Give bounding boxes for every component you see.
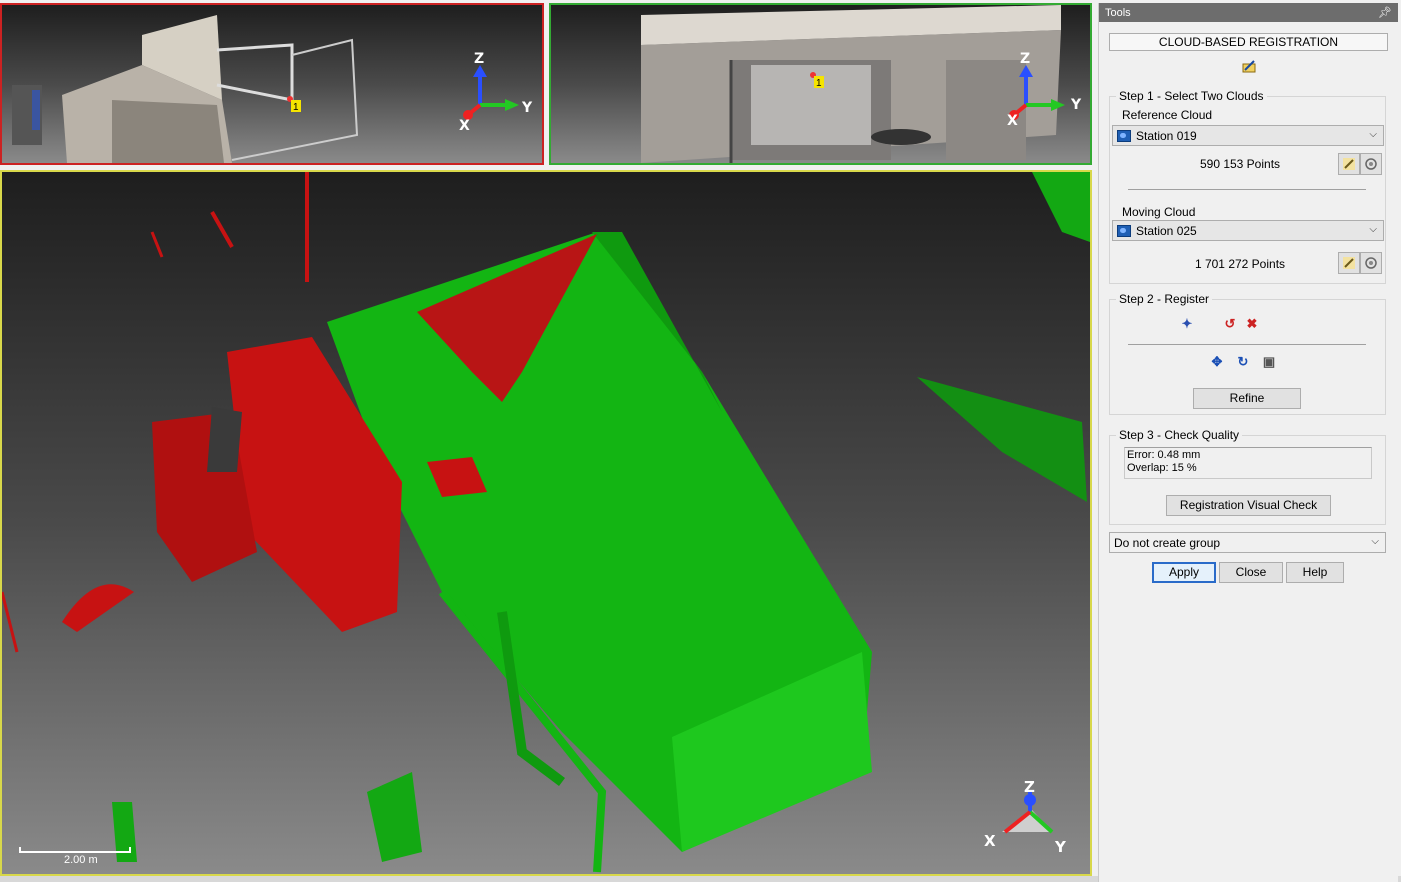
cloud-station-icon	[1117, 129, 1131, 142]
chevron-down-icon: ⌵	[1369, 224, 1377, 235]
cloud-options-icon	[1365, 158, 1377, 170]
registration-3d-viewport[interactable]: Z X Y 2.00 m	[0, 170, 1092, 876]
step1-group: Step 1 - Select Two Clouds Reference Clo…	[1109, 89, 1386, 284]
cloud-station-icon	[1117, 224, 1131, 237]
point-cloud-scene: Z X Y	[2, 172, 1090, 873]
pin-icon[interactable]: 📌︎	[1378, 6, 1392, 19]
x-axis-label: X	[459, 118, 470, 134]
registration-visual-check-button[interactable]: Registration Visual Check	[1166, 495, 1331, 516]
moving-cloud-select[interactable]: Station 025 ⌵	[1112, 220, 1384, 241]
y-axis-label: Y	[521, 100, 533, 116]
moving-preview-viewport[interactable]: 1 Z X Y	[549, 3, 1092, 165]
step1-divider	[1128, 189, 1366, 190]
moving-cloud-label: Moving Cloud	[1122, 205, 1196, 219]
rotate-cloud-icon[interactable]: ↻	[1234, 353, 1252, 371]
registration-error: Error: 0.48 mm	[1127, 449, 1201, 461]
station-marker-label: 1	[816, 78, 822, 89]
moving-edit-button[interactable]	[1338, 252, 1360, 274]
tools-panel: Tools 📌︎ CLOUD-BASED REGISTRATION Step 1…	[1098, 3, 1398, 882]
group-option-value: Do not create group	[1114, 535, 1221, 550]
y-axis-label: Y	[1070, 97, 1082, 113]
z-axis-label: Z	[1024, 778, 1035, 796]
help-button[interactable]: Help	[1286, 562, 1344, 583]
pencil-icon	[1343, 158, 1355, 170]
x-axis-label: X	[984, 832, 996, 850]
reference-preview-scene: 1 Z X Y	[12, 15, 533, 163]
group-option-select[interactable]: Do not create group ⌵	[1109, 532, 1386, 553]
close-button[interactable]: Close	[1219, 562, 1283, 583]
reference-cloud-value: Station 019	[1136, 128, 1197, 143]
z-axis-label: Z	[474, 51, 484, 67]
moving-preview-scene: 1 Z X Y	[641, 5, 1082, 163]
reference-cloud-options-button[interactable]	[1360, 153, 1382, 175]
moving-points-count: 1 701 272 Points	[1194, 257, 1286, 271]
reference-edit-button[interactable]	[1338, 153, 1360, 175]
registration-title: CLOUD-BASED REGISTRATION	[1109, 33, 1388, 51]
quality-info-box: Error: 0.48 mm Overlap: 15 %	[1124, 447, 1372, 479]
moving-cloud-options-button[interactable]	[1360, 252, 1382, 274]
reset-registration-icon[interactable]: ✖	[1243, 315, 1261, 333]
step3-group: Step 3 - Check Quality Error: 0.48 mm Ov…	[1109, 428, 1386, 525]
fit-view-icon[interactable]: ▣	[1260, 353, 1278, 371]
refine-button[interactable]: Refine	[1193, 388, 1301, 409]
y-axis-label: Y	[1054, 838, 1067, 856]
step1-title: Step 1 - Select Two Clouds	[1116, 89, 1267, 103]
tools-panel-header: Tools 📌︎	[1099, 3, 1398, 22]
auto-register-wand-icon[interactable]: ✦	[1178, 315, 1196, 333]
undo-registration-icon[interactable]: ↺	[1221, 315, 1239, 333]
tools-panel-title: Tools	[1105, 6, 1131, 19]
chevron-down-icon: ⌵	[1369, 129, 1377, 140]
reference-cloud-label: Reference Cloud	[1122, 108, 1213, 122]
moving-cloud-value: Station 025	[1136, 223, 1197, 238]
step2-divider	[1128, 344, 1366, 345]
registration-overlap: Overlap: 15 %	[1127, 462, 1197, 474]
apply-button[interactable]: Apply	[1152, 562, 1216, 583]
move-cloud-icon[interactable]: ✥	[1208, 353, 1226, 371]
pencil-icon	[1343, 257, 1355, 269]
chevron-down-icon: ⌵	[1371, 536, 1379, 547]
wizard-edit-icon[interactable]	[1241, 58, 1257, 74]
x-axis-label: X	[1007, 113, 1018, 129]
reference-preview-viewport[interactable]: 1 Z X Y	[0, 3, 544, 165]
cloud-options-icon	[1365, 257, 1377, 269]
step2-title: Step 2 - Register	[1116, 292, 1213, 306]
scale-bar-label: 2.00 m	[64, 854, 98, 866]
step3-title: Step 3 - Check Quality	[1116, 428, 1243, 442]
reference-cloud-select[interactable]: Station 019 ⌵	[1112, 125, 1384, 146]
z-axis-label: Z	[1020, 51, 1030, 67]
station-marker-label: 1	[293, 102, 299, 113]
step2-group: Step 2 - Register ✦ ↺ ✖ ✥ ↻ ▣ Refine	[1109, 292, 1386, 415]
reference-points-count: 590 153 Points	[1199, 157, 1281, 171]
